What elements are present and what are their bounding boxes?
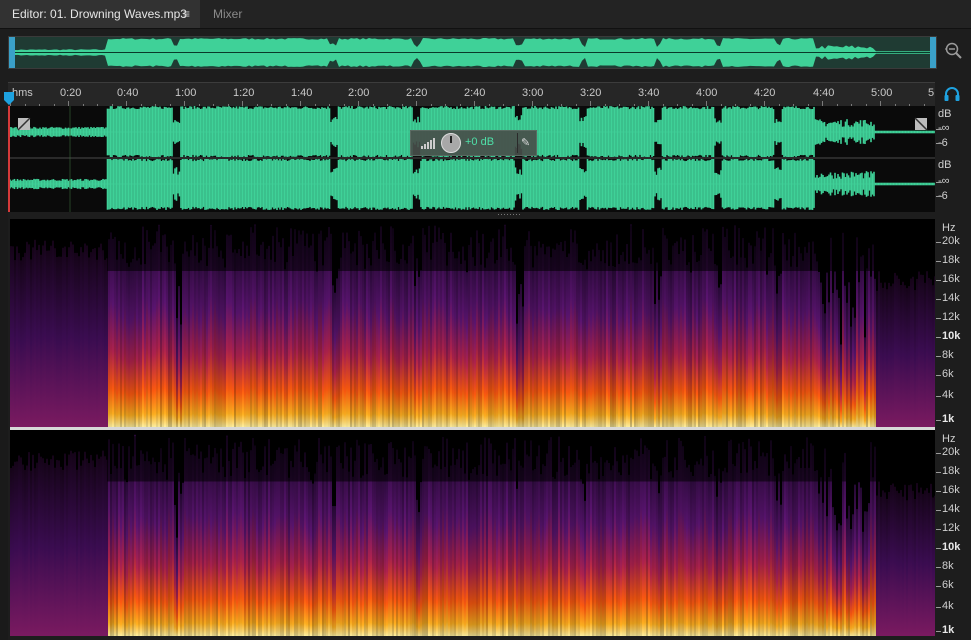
hz-tick (936, 491, 941, 492)
hz-label: 16k (942, 484, 960, 496)
hz-tick (936, 510, 941, 511)
hz-tick (936, 567, 941, 568)
hz-label: 18k (942, 254, 960, 266)
db-unit-label-ch2: dB (938, 159, 952, 171)
playhead-marker[interactable] (3, 92, 15, 106)
volume-knob[interactable] (441, 133, 461, 153)
hz-label: 6k (942, 368, 954, 380)
hz-label: 20k (942, 235, 960, 247)
hz-tick (936, 356, 941, 357)
hz-label: 10k (942, 330, 961, 342)
hz-label: 12k (942, 311, 960, 323)
pin-icon[interactable]: ✎ (521, 136, 530, 149)
hz-tick (936, 242, 941, 243)
time-label: 4:00 (696, 87, 718, 99)
tab-editor[interactable]: Editor: 01. Drowning Waves.mp3 ≡ (0, 0, 200, 28)
headphones-icon[interactable] (943, 86, 961, 102)
time-label: 1:40 (291, 87, 313, 99)
time-label: 2:00 (348, 87, 370, 99)
db-tick (936, 143, 942, 144)
hz-unit-label: Hz (942, 222, 956, 234)
stereo-waveform (10, 106, 935, 212)
db-tick (936, 129, 942, 130)
time-label: 5 (928, 87, 935, 99)
hz-label: 10k (942, 541, 961, 553)
time-label: 1:00 (175, 87, 197, 99)
hz-label: 16k (942, 273, 960, 285)
hz-label: 1k (942, 624, 955, 636)
hud-divider (517, 133, 518, 153)
hz-tick (936, 453, 941, 454)
time-label: 2:40 (464, 87, 486, 99)
hz-label: 1k (942, 413, 955, 425)
hz-unit-label: Hz (942, 433, 956, 445)
time-label: 4:20 (754, 87, 776, 99)
time-label: 1:20 (233, 87, 255, 99)
db-unit-label-ch1: dB (938, 108, 952, 120)
time-label: 3:40 (638, 87, 660, 99)
hz-tick (936, 586, 941, 587)
spectral-display-ch2[interactable] (10, 430, 935, 636)
hz-label: 12k (942, 522, 960, 534)
hz-tick (936, 472, 941, 473)
overview-waveform (9, 37, 936, 68)
waveform-panel[interactable] (8, 106, 935, 212)
overview-navigator[interactable] (8, 36, 937, 69)
hz-tick (936, 337, 941, 338)
hz-label: 8k (942, 560, 954, 572)
hz-tick (936, 261, 941, 262)
time-label: 3:00 (522, 87, 544, 99)
hz-label: 18k (942, 465, 960, 477)
db-tick (936, 196, 942, 197)
tab-editor-label: Editor: 01. Drowning Waves.mp3 (12, 7, 187, 21)
time-unit-label: hms (12, 87, 33, 99)
tab-mixer[interactable]: Mixer (213, 0, 242, 28)
hz-label: 14k (942, 292, 960, 304)
hz-tick (936, 396, 941, 397)
db-inf-label-ch1: -∞ (938, 122, 950, 134)
hz-tick (936, 607, 941, 608)
hz-label: 20k (942, 446, 960, 458)
spectrogram-ch1 (10, 219, 935, 427)
spectral-display-ch1[interactable] (10, 219, 935, 427)
hz-tick (936, 548, 941, 549)
left-gutter (0, 106, 8, 640)
db-inf-label-ch2: -∞ (938, 175, 950, 187)
hz-tick (936, 280, 941, 281)
hz-tick (936, 420, 941, 421)
zoom-out-icon[interactable] (943, 40, 963, 60)
hz-label: 4k (942, 389, 954, 401)
panel-menu-icon[interactable]: ≡ (183, 0, 190, 28)
panel-splitter-handle[interactable] (498, 213, 522, 217)
time-label: 0:40 (117, 87, 139, 99)
time-label: 3:20 (580, 87, 602, 99)
hz-label: 6k (942, 579, 954, 591)
hz-tick (936, 299, 941, 300)
spectrogram-ch2 (10, 430, 935, 636)
time-label: 0:20 (60, 87, 82, 99)
time-label: 5:00 (871, 87, 893, 99)
tab-bar: Editor: 01. Drowning Waves.mp3 ≡ Mixer (0, 0, 971, 29)
time-label: 2:20 (406, 87, 428, 99)
hz-tick (936, 529, 941, 530)
db-tick (936, 182, 942, 183)
volume-hud[interactable]: +0 dB ✎ (410, 130, 537, 156)
time-label: 4:40 (813, 87, 835, 99)
hz-label: 8k (942, 349, 954, 361)
time-ruler[interactable]: hms 0:20 0:40 1:00 1:20 1:40 2:00 2:20 2:40 3:00… (8, 82, 935, 107)
gain-value: +0 dB (465, 136, 495, 148)
hz-label: 4k (942, 600, 954, 612)
hz-tick (936, 318, 941, 319)
level-meter-icon (421, 138, 435, 149)
hz-tick (936, 375, 941, 376)
hz-label: 14k (942, 503, 960, 515)
hz-tick (936, 631, 941, 632)
